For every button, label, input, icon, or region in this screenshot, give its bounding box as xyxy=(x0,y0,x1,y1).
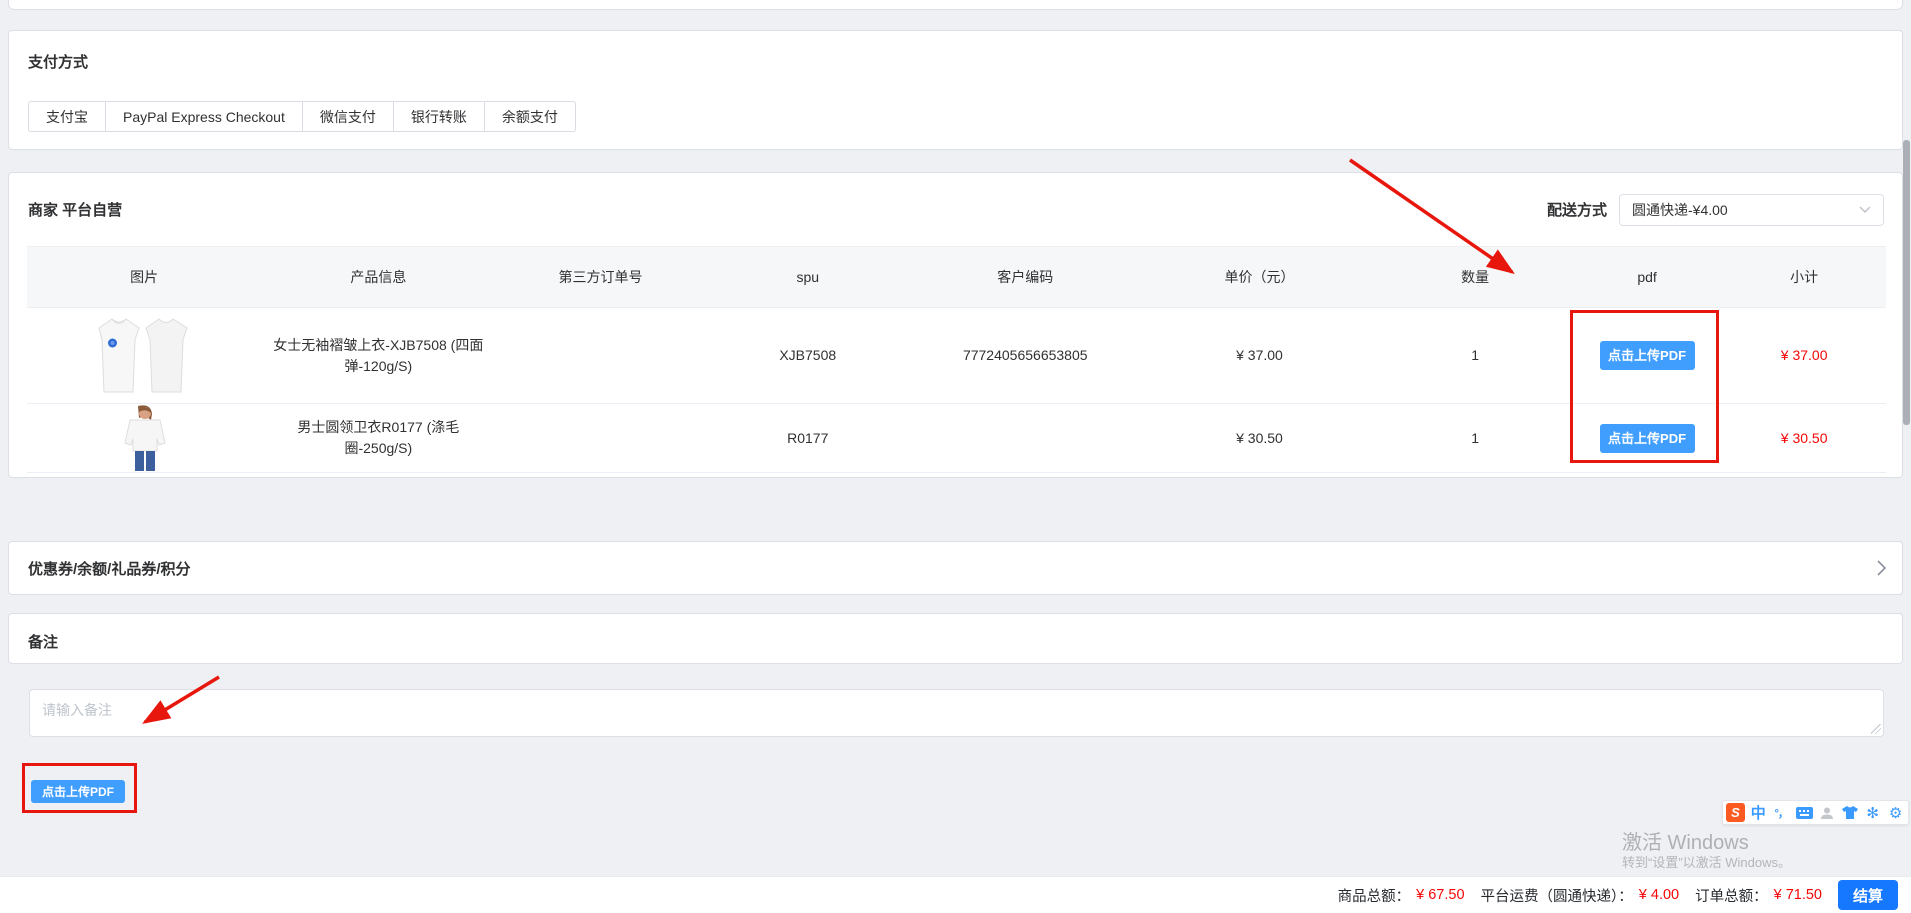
previous-section-card-edge xyxy=(8,0,1903,10)
shipping-fee-value: ¥ 4.00 xyxy=(1639,887,1679,903)
order-table: 图片 产品信息 第三方订单号 spu 客户编码 单价（元） 数量 pdf 小计 … xyxy=(27,246,1886,473)
skin-icon[interactable] xyxy=(1839,802,1860,823)
table-row: 女士无袖褶皱上衣-XJB7508 (四面弹-120g/S) XJB7508 77… xyxy=(27,308,1886,404)
shipping-select[interactable]: 圆通快递-¥4.00 xyxy=(1619,194,1884,226)
product-spu: R0177 xyxy=(706,428,910,449)
sogou-input-logo-icon[interactable]: S xyxy=(1725,802,1746,823)
table-row: 男士圆领卫衣R0177 (涤毛圈-250g/S) R0177 ¥ 30.50 1… xyxy=(27,404,1886,473)
payment-title: 支付方式 xyxy=(28,51,88,72)
product-spu: XJB7508 xyxy=(706,345,910,366)
chevron-down-icon xyxy=(1859,206,1871,214)
col-header-image: 图片 xyxy=(27,267,261,288)
merchant-title: 商家 平台自营 xyxy=(28,199,122,220)
checkout-bar: 商品总额： ¥ 67.50 平台运费（圆通快递）： ¥ 4.00 订单总额： ¥… xyxy=(0,876,1911,913)
goods-total: 商品总额： ¥ 67.50 xyxy=(1338,885,1465,906)
col-header-customer-code: 客户编码 xyxy=(910,267,1141,288)
upload-pdf-button-row2[interactable]: 点击上传PDF xyxy=(1600,424,1695,453)
pdf-cell: 点击上传PDF xyxy=(1572,341,1723,370)
order-total: 订单总额： ¥ 71.50 xyxy=(1695,885,1822,906)
unit-price: ¥ 30.50 xyxy=(1141,428,1379,449)
user-icon[interactable] xyxy=(1817,802,1838,823)
platform-shipping-fee: 平台运费（圆通快递）： ¥ 4.00 xyxy=(1481,885,1680,906)
order-total-value: ¥ 71.50 xyxy=(1774,887,1822,903)
col-header-product-info: 产品信息 xyxy=(261,267,495,288)
settings-gear-icon[interactable]: ⚙ xyxy=(1885,802,1906,823)
payment-tabs: 支付宝 PayPal Express Checkout 微信支付 银行转账 余额… xyxy=(28,101,576,132)
chinese-mode-icon[interactable]: 中 xyxy=(1748,802,1769,823)
shipping-method: 配送方式 圆通快递-¥4.00 xyxy=(1547,173,1884,246)
col-header-third-party-order-no: 第三方订单号 xyxy=(495,267,705,288)
payment-method-card: 支付方式 支付宝 PayPal Express Checkout 微信支付 银行… xyxy=(8,30,1903,150)
coupon-balance-section[interactable]: 优惠券/余额/礼品券/积分 xyxy=(8,541,1903,595)
remark-title: 备注 xyxy=(28,631,58,652)
merchant-order-card: 商家 平台自营 配送方式 圆通快递-¥4.00 图片 产品信息 第三方订单号 s… xyxy=(8,172,1903,478)
product-image-sweatshirt-model xyxy=(27,405,261,471)
women-top-front-back-image xyxy=(91,316,197,396)
toolbox-icon[interactable]: ✻ xyxy=(1862,802,1883,823)
quantity: 1 xyxy=(1378,428,1571,449)
remark-textarea[interactable] xyxy=(29,689,1884,737)
payment-tab-bank-transfer[interactable]: 银行转账 xyxy=(393,101,485,132)
pdf-cell: 点击上传PDF xyxy=(1572,424,1723,453)
payment-tab-balance[interactable]: 余额支付 xyxy=(484,101,576,132)
windows-activation-watermark-line2: 转到“设置”以激活 Windows。 xyxy=(1622,852,1791,871)
settle-button[interactable]: 结算 xyxy=(1838,880,1898,910)
payment-tab-paypal[interactable]: PayPal Express Checkout xyxy=(105,101,303,132)
remark-card: 备注 xyxy=(8,613,1903,664)
product-name: 女士无袖褶皱上衣-XJB7508 (四面弹-120g/S) xyxy=(261,335,495,377)
product-image-sleeveless-top xyxy=(27,316,261,396)
punctuation-mode-icon[interactable]: °， xyxy=(1771,802,1792,823)
col-header-quantity: 数量 xyxy=(1378,267,1571,288)
model-sweatshirt-image xyxy=(118,405,170,471)
shipping-selected-value: 圆通快递-¥4.00 xyxy=(1632,200,1728,220)
windows-activation-watermark-line1: 激活 Windows xyxy=(1622,826,1749,855)
quantity: 1 xyxy=(1378,345,1571,366)
payment-tab-wechat[interactable]: 微信支付 xyxy=(302,101,394,132)
goods-total-value: ¥ 67.50 xyxy=(1416,887,1464,903)
checkout-page: { "colors": { "page_bg": "#eef0f3", "pri… xyxy=(0,0,1911,913)
remark-input-wrap xyxy=(29,689,1884,737)
chevron-right-icon xyxy=(1877,560,1886,576)
unit-price: ¥ 37.00 xyxy=(1141,345,1379,366)
upload-pdf-button-bottom[interactable]: 点击上传PDF xyxy=(31,780,125,803)
vertical-scrollbar[interactable] xyxy=(1903,140,1910,425)
coupon-title: 优惠券/余额/礼品券/积分 xyxy=(28,558,191,579)
ime-toolbar: S 中 °， ✻ ⚙ xyxy=(1722,800,1909,825)
col-header-pdf: pdf xyxy=(1572,267,1723,288)
keyboard-icon[interactable] xyxy=(1794,802,1815,823)
row-subtotal: ¥ 30.50 xyxy=(1722,428,1886,449)
row-subtotal: ¥ 37.00 xyxy=(1722,345,1886,366)
customer-code: 7772405656653805 xyxy=(910,345,1141,366)
goods-total-label: 商品总额： xyxy=(1338,885,1411,906)
shipping-label: 配送方式 xyxy=(1547,199,1607,220)
shipping-fee-label: 平台运费（圆通快递）： xyxy=(1481,885,1633,906)
col-header-unit-price: 单价（元） xyxy=(1141,267,1379,288)
order-total-label: 订单总额： xyxy=(1695,885,1768,906)
col-header-subtotal: 小计 xyxy=(1722,267,1886,288)
order-table-header: 图片 产品信息 第三方订单号 spu 客户编码 单价（元） 数量 pdf 小计 xyxy=(27,246,1886,308)
payment-tab-alipay[interactable]: 支付宝 xyxy=(28,101,106,132)
product-name: 男士圆领卫衣R0177 (涤毛圈-250g/S) xyxy=(261,417,495,459)
col-header-spu: spu xyxy=(706,267,910,288)
upload-pdf-button-row1[interactable]: 点击上传PDF xyxy=(1600,341,1695,370)
